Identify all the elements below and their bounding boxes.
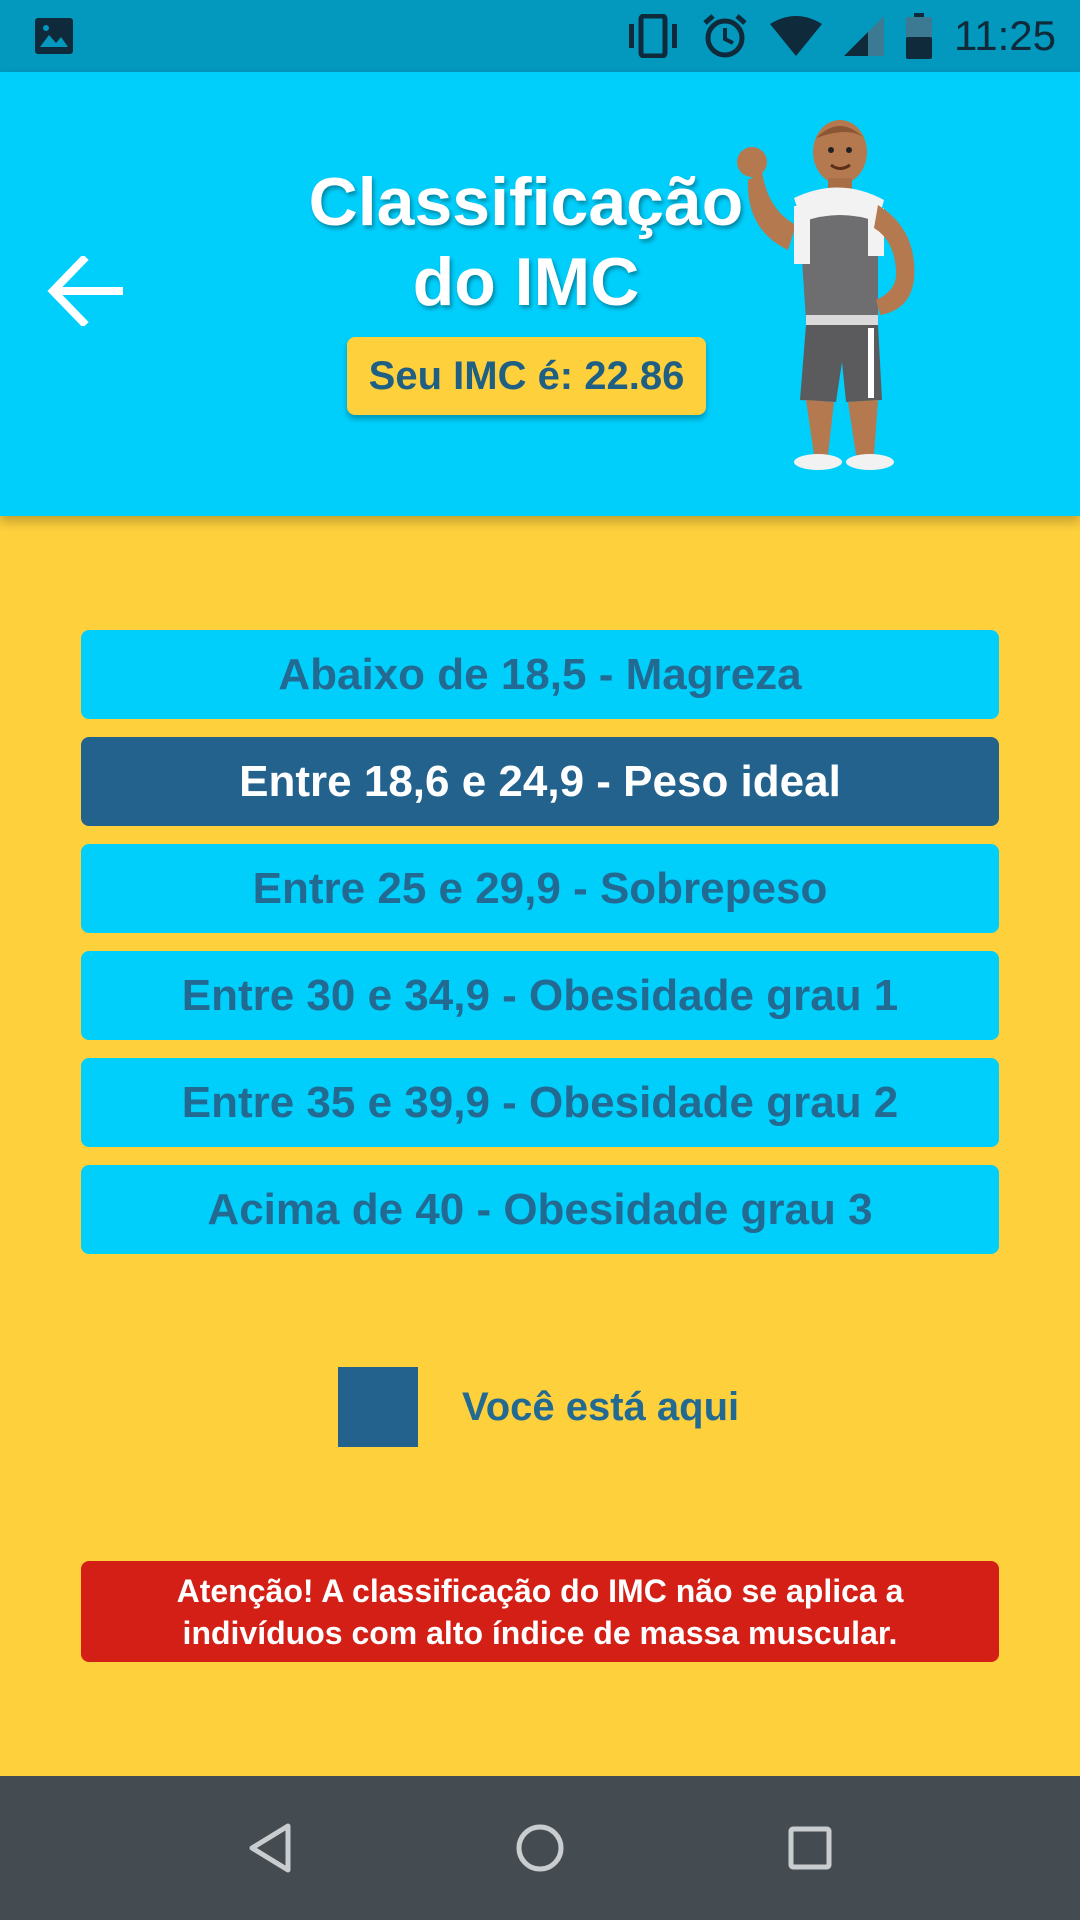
page-title: Classificação do IMC [260,162,792,322]
status-bar: 11:25 [0,0,1080,72]
bmi-value-badge: Seu IMC é: 22.86 [347,337,706,415]
classification-magreza: Abaixo de 18,5 - Magreza [81,630,999,719]
nav-recents-button[interactable] [780,1818,840,1878]
classification-peso-ideal: Entre 18,6 e 24,9 - Peso ideal [81,737,999,826]
warning-line-1: Atenção! A classificação do IMC não se a… [176,1572,904,1609]
vibrate-icon [629,14,677,58]
navigation-bar [0,1776,1080,1920]
title-line-2: do IMC [412,244,640,320]
legend-swatch [338,1367,418,1447]
bodybuilder-mascot [737,120,915,470]
title-line-1: Classificação [308,164,744,240]
legend-label: Você está aqui [462,1384,740,1429]
alarm-icon [703,14,747,58]
classification-obesidade-grau-1: Entre 30 e 34,9 - Obesidade grau 1 [81,951,999,1040]
back-triangle-icon [249,1823,291,1873]
classification-sobrepeso: Entre 25 e 29,9 - Sobrepeso [81,844,999,933]
warning-banner: Atenção! A classificação do IMC não se a… [81,1561,999,1662]
recents-square-icon [788,1826,832,1870]
classification-list: Abaixo de 18,5 - Magreza Entre 18,6 e 24… [81,630,999,1272]
header: Classificação do IMC Seu IMC é: 22.86 [0,72,1080,516]
battery-icon [906,13,932,59]
home-circle-icon [516,1824,564,1872]
warning-line-2: indivíduos com alto índice de massa musc… [182,1614,898,1651]
legend: Você está aqui [338,1367,739,1447]
classification-obesidade-grau-3: Acima de 40 - Obesidade grau 3 [81,1165,999,1254]
wifi-icon [770,16,822,56]
classification-obesidade-grau-2: Entre 35 e 39,9 - Obesidade grau 2 [81,1058,999,1147]
back-button[interactable] [44,250,126,332]
nav-home-button[interactable] [510,1818,570,1878]
arrow-left-icon [47,256,123,326]
nav-back-button[interactable] [240,1818,300,1878]
clock-time: 11:25 [954,12,1056,59]
signal-icon [844,16,884,56]
gallery-icon [35,18,73,54]
